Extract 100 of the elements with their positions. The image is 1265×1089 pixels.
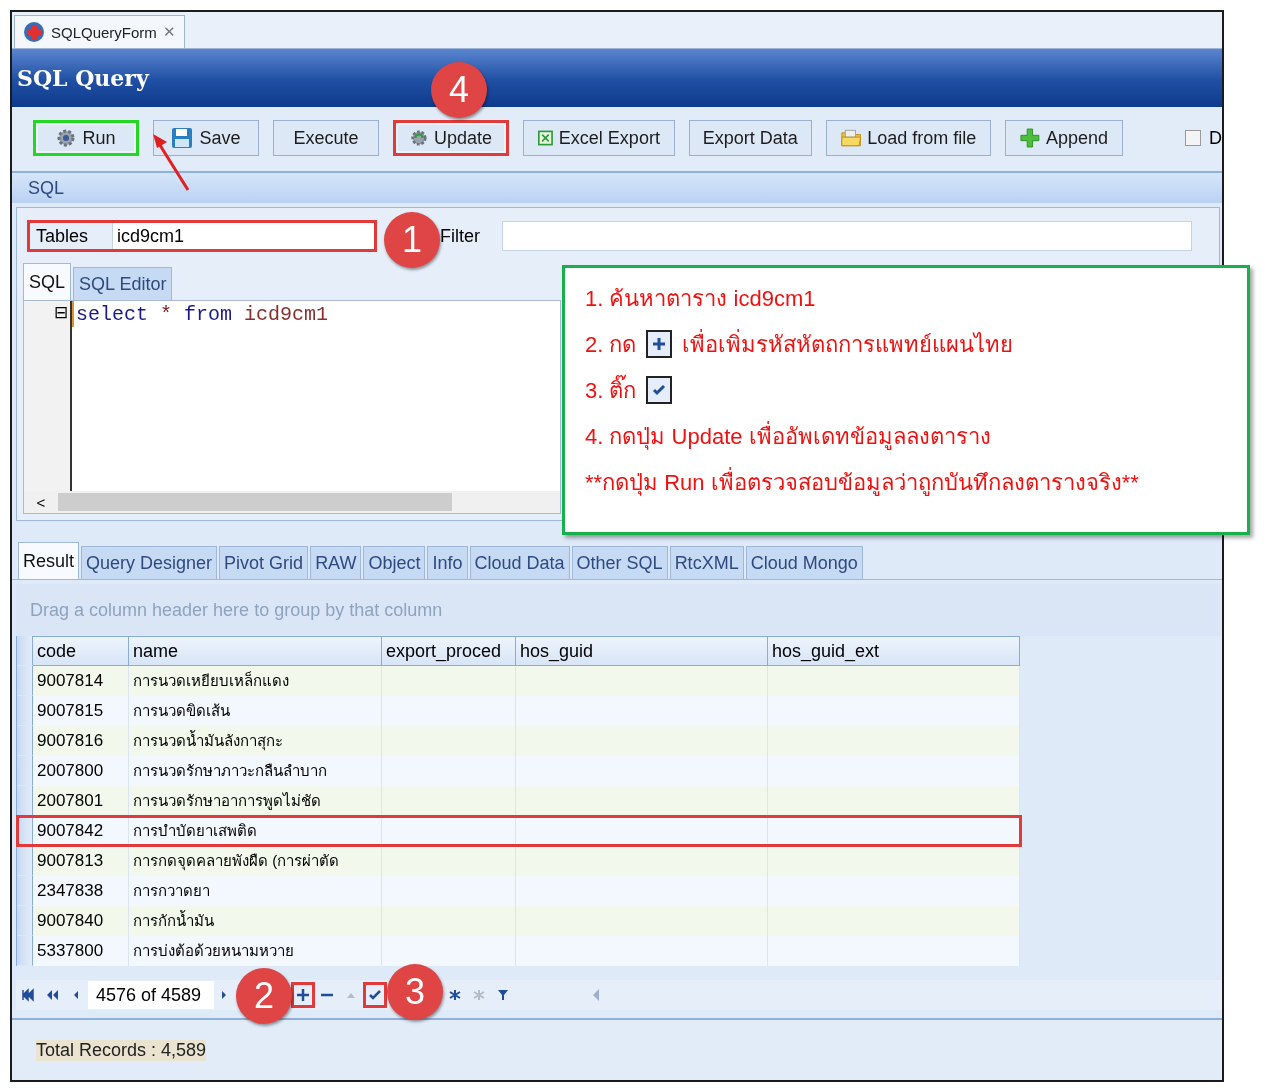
table-cell: 2347838: [33, 876, 129, 906]
gear-icon: [56, 128, 77, 148]
folder-icon: [840, 128, 862, 148]
result-tab[interactable]: Cloud Data: [469, 546, 570, 579]
filter-field[interactable]: [502, 221, 1192, 251]
column-header[interactable]: name: [129, 636, 382, 666]
table-cell: 5337800: [33, 936, 129, 966]
record-position: 4576 of 4589: [88, 981, 214, 1009]
table-row[interactable]: 5337800 การบ่งต้อด้วยหนามหวาย: [17, 936, 1021, 966]
table-row[interactable]: 9007814 การนวดเหยียบเหล็กแดง: [17, 666, 1021, 696]
table-row[interactable]: 2007800 การนวดรักษาภาวะกลืนลำบาก: [17, 756, 1021, 786]
table-cell: 9007815: [33, 696, 129, 726]
table-row[interactable]: 9007815 การนวดขิดเส้น: [17, 696, 1021, 726]
window-title: SQL Query: [17, 65, 149, 91]
toolbar-button[interactable]: Append: [1005, 120, 1123, 156]
toolbar-button[interactable]: Save: [153, 120, 259, 156]
table-cell: 2007801: [33, 786, 129, 816]
plus-icon: [1020, 127, 1040, 149]
table-cell: 9007814: [33, 666, 129, 696]
floppy-icon: [171, 127, 194, 149]
toolbar-button[interactable]: Load from file: [825, 120, 992, 156]
result-tab[interactable]: Result: [18, 542, 80, 579]
toolbar-button[interactable]: Run: [33, 120, 139, 156]
table-cell: การนวดเหยียบเหล็กแดง: [129, 666, 382, 696]
row-header[interactable]: [17, 726, 33, 756]
instruction-text: เพื่อเพิ่มรหัสหัตถการแพทย์แผนไทย: [682, 328, 1014, 359]
row-header[interactable]: [17, 696, 33, 726]
scroll-left-button[interactable]: <: [24, 493, 58, 511]
table-cell: การกวาดยา: [129, 876, 382, 906]
scrollbar-thumb[interactable]: [58, 493, 452, 511]
row-header[interactable]: [17, 816, 33, 846]
table-row[interactable]: 2347838 การกวาดยา: [17, 876, 1021, 906]
table-cell: 2007800: [33, 756, 129, 786]
row-header[interactable]: [17, 846, 33, 876]
table-cell: การนวดขิดเส้น: [129, 696, 382, 726]
column-header[interactable]: export_proced: [382, 636, 516, 666]
table-row[interactable]: 9007813 การกดจุดคลายพังผืด (การผ่าตัด: [17, 846, 1021, 876]
table-cell: การกักน้ำมัน: [129, 906, 382, 936]
status-text: Total Records : 4,589: [36, 1039, 207, 1061]
result-tab[interactable]: RtcXML: [669, 546, 744, 579]
column-header[interactable]: hos_guid: [516, 636, 768, 666]
checkbox-label: D: [1209, 127, 1222, 149]
instruction-text: 1. ค้นหาตาราง icd9cm1: [585, 284, 816, 313]
toolbar-button[interactable]: Excel Export: [522, 120, 675, 156]
first-icon: [20, 987, 36, 1003]
row-header[interactable]: [17, 786, 33, 816]
table-row[interactable]: 9007842 การบำบัดยาเสพติด: [17, 816, 1021, 846]
code-line: select * from icd9cm1: [72, 301, 329, 327]
row-header[interactable]: [17, 936, 33, 966]
table-row[interactable]: 9007816 การนวดน้ำมันลังกาสุกะ: [17, 726, 1021, 756]
editor-tab[interactable]: SQL Editor: [73, 267, 173, 300]
table-row[interactable]: 2007801 การนวดรักษาอาการพูดไม่ชัด: [17, 786, 1021, 816]
nav-button[interactable]: [363, 982, 387, 1008]
spreadsheet-icon: [537, 129, 553, 147]
table-cell: 9007813: [33, 846, 129, 876]
tables-field[interactable]: Tables icd9cm1: [27, 220, 377, 252]
result-tab[interactable]: Object: [363, 546, 426, 579]
toolbar-button[interactable]: Execute: [273, 120, 379, 156]
instruction-text: **กดปุ่ม Run เพื่อตรวจสอบข้อมูลว่าถูกบันทึกลงตารางจริง**: [585, 466, 1139, 498]
table-cell: การนวดน้ำมันลังกาสุกะ: [129, 726, 382, 756]
result-tab[interactable]: Pivot Grid: [219, 546, 309, 579]
editor-tab[interactable]: SQL: [23, 263, 72, 300]
table-cell: การบ่งต้อด้วยหนามหวาย: [129, 936, 382, 966]
collapse-toggle[interactable]: ⊟: [54, 303, 68, 323]
code-editor[interactable]: ⊟ select * from icd9cm1 <: [23, 300, 561, 514]
instruction-text: 3. ติ๊ก: [585, 372, 637, 408]
scroll-left-icon[interactable]: [591, 988, 601, 1002]
result-tab[interactable]: Cloud Mongo: [745, 546, 863, 579]
table-row[interactable]: 9007840 การกักน้ำมัน: [17, 906, 1021, 936]
filter-icon: [495, 987, 511, 1003]
row-header[interactable]: [17, 906, 33, 936]
column-header[interactable]: hos_guid_ext: [768, 636, 1020, 666]
table-cell: 9007842: [33, 816, 129, 846]
result-tab[interactable]: Query Designer: [81, 546, 218, 579]
app-logo-icon: [23, 21, 45, 43]
row-header[interactable]: [17, 666, 33, 696]
asterisk-icon: [471, 987, 487, 1003]
close-button[interactable]: ✕: [162, 23, 176, 41]
group-panel-hint: Drag a column header here to group by that column: [30, 599, 443, 621]
result-tab[interactable]: Info: [427, 546, 468, 579]
column-header[interactable]: code: [33, 636, 129, 666]
table-cell: การนวดรักษาอาการพูดไม่ชัด: [129, 786, 382, 816]
table-cell: 9007816: [33, 726, 129, 756]
row-header[interactable]: [17, 756, 33, 786]
table-cell: การนวดรักษาภาวะกลืนลำบาก: [129, 756, 382, 786]
table-cell: การบำบัดยาเสพติด: [129, 816, 382, 846]
gear-icon: [410, 128, 428, 148]
document-tab[interactable]: SQLQueryForm ✕: [14, 15, 185, 48]
plus-icon: [646, 330, 673, 358]
table-cell: 9007840: [33, 906, 129, 936]
row-header[interactable]: [17, 876, 33, 906]
toolbar-button[interactable]: Export Data: [688, 120, 812, 156]
group-header: SQL: [28, 177, 65, 199]
toolbar-button[interactable]: Update: [393, 120, 509, 156]
checkbox[interactable]: [1185, 130, 1201, 146]
plus-icon: [295, 987, 311, 1003]
result-tab[interactable]: RAW: [310, 546, 362, 579]
filter-label: Filter: [440, 225, 481, 247]
result-tab[interactable]: Other SQL: [571, 546, 668, 579]
asterisk-icon: [447, 987, 463, 1003]
